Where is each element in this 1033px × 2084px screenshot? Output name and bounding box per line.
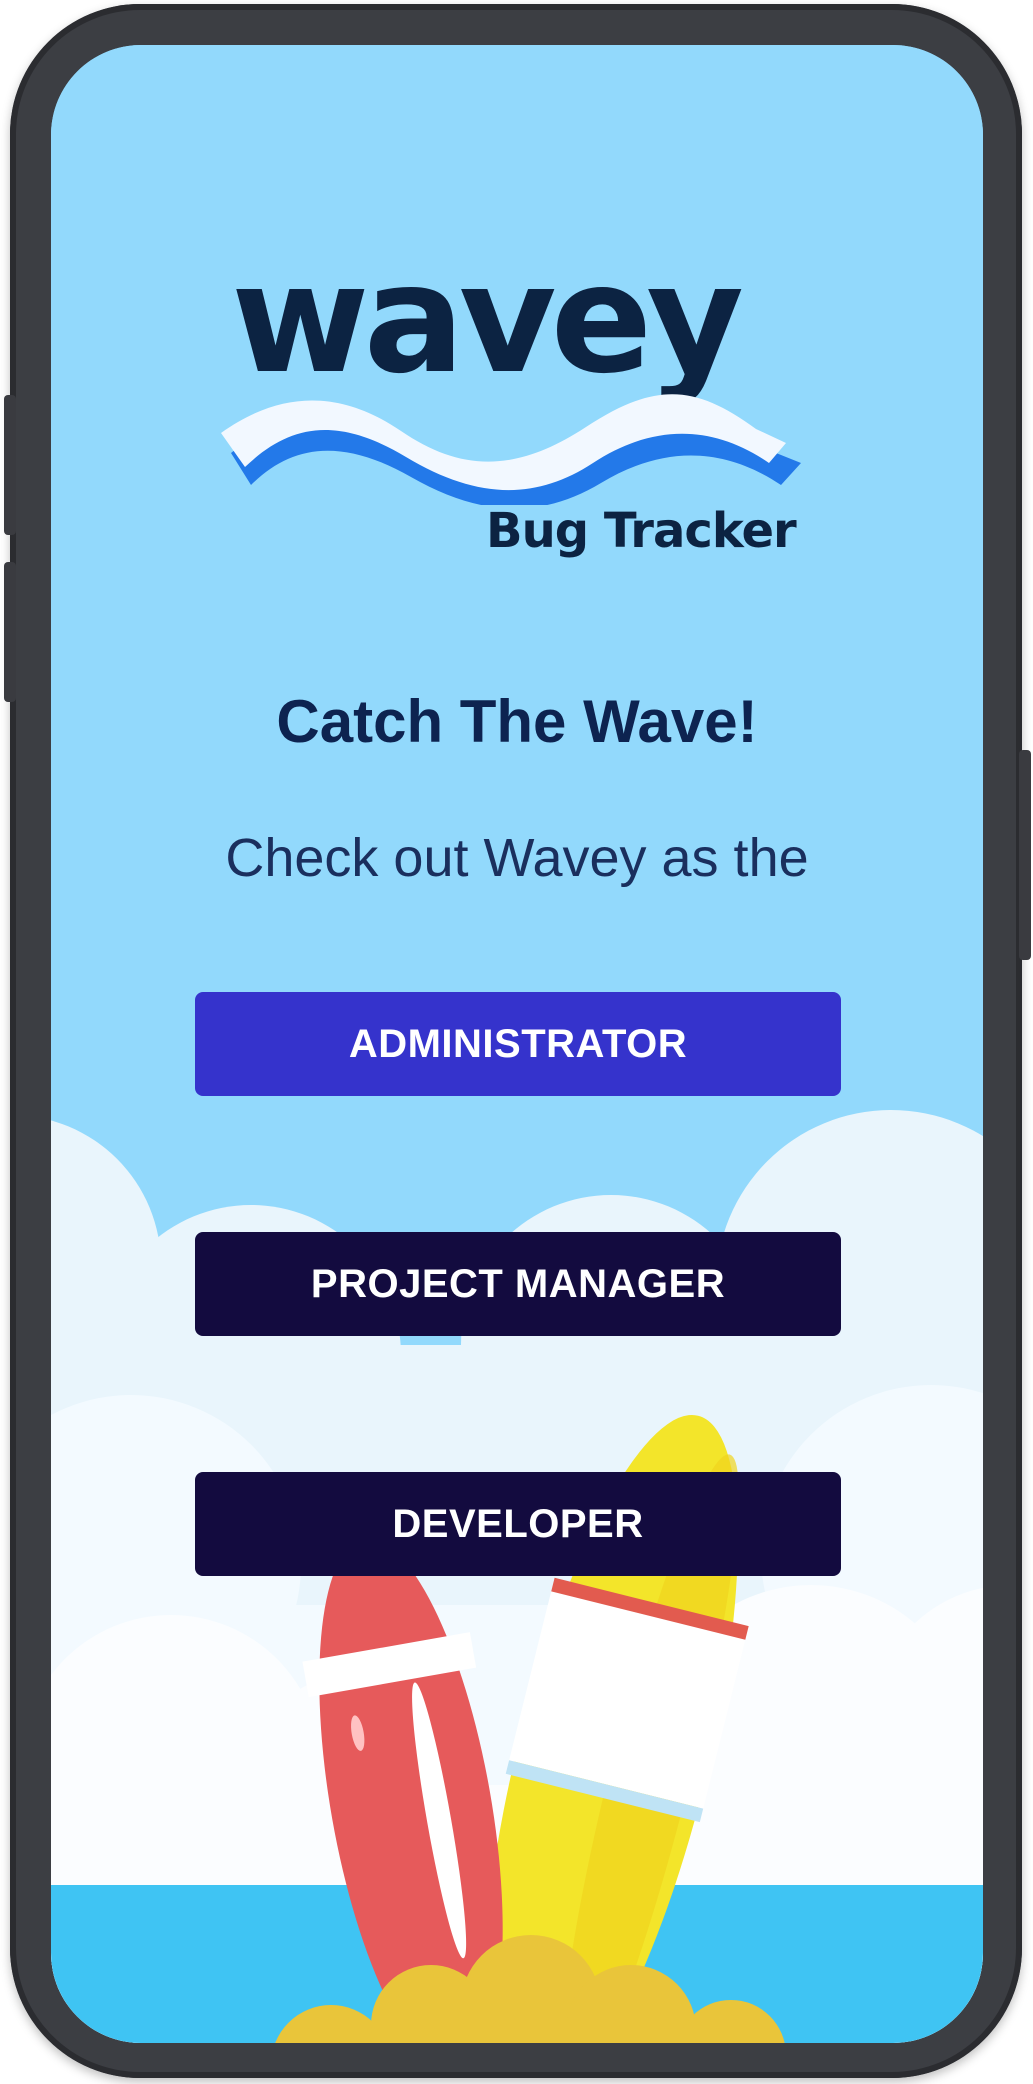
wavey-logo: wavey Bug Tracker bbox=[221, 245, 801, 575]
logo-subtitle: Bug Tracker bbox=[486, 503, 797, 559]
power-button bbox=[1019, 750, 1031, 960]
administrator-button[interactable]: ADMINISTRATOR bbox=[195, 992, 841, 1096]
app-screen: wavey Bug Tracker Catch The Wave! Check … bbox=[51, 45, 983, 2043]
page-subtitle: Check out Wavey as the bbox=[225, 828, 809, 888]
volume-up-button bbox=[4, 395, 16, 535]
developer-button[interactable]: DEVELOPER bbox=[195, 1472, 841, 1576]
page-title: Catch The Wave! bbox=[276, 688, 758, 755]
wave-logo-mark bbox=[221, 394, 801, 505]
logo-wordmark: wavey bbox=[231, 233, 744, 407]
project-manager-button[interactable]: PROJECT MANAGER bbox=[195, 1232, 841, 1336]
volume-down-button bbox=[4, 562, 16, 702]
